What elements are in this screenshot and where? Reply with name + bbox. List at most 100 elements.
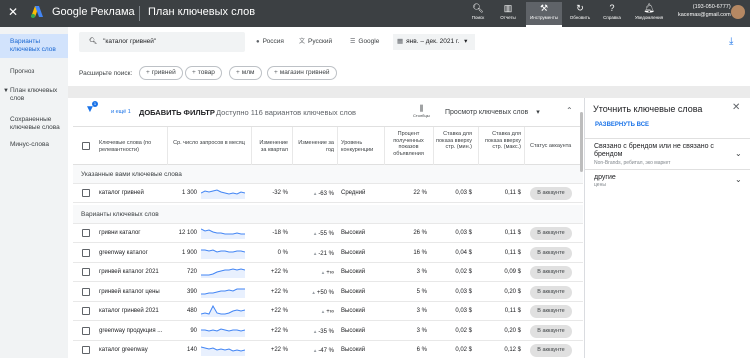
quarter-change-cell-value: +22 % bbox=[270, 308, 288, 314]
notifications-button[interactable]: 🔔︎ Уведомления bbox=[631, 2, 667, 25]
plus-icon: + bbox=[274, 69, 278, 76]
add-filter-button[interactable]: ДОБАВИТЬ ФИЛЬТР bbox=[139, 108, 215, 117]
view-selector-label: Просмотр ключевых слов bbox=[445, 109, 529, 116]
year-change-cell: ▲+50 % bbox=[294, 283, 334, 303]
close-icon[interactable]: ✕ bbox=[8, 5, 18, 19]
trend-arrow-icon: ▲ bbox=[312, 231, 318, 236]
collapse-chevron-icon[interactable]: ⌃ bbox=[566, 106, 573, 115]
table-row[interactable]: greenway продукция ... 90 +22 % ▲-35 % Высок… bbox=[73, 321, 583, 341]
table-scrollbar[interactable] bbox=[580, 112, 583, 172]
help-button[interactable]: ? Справка bbox=[597, 2, 627, 25]
close-icon[interactable]: ✕ bbox=[732, 102, 740, 113]
sidebar-item-label: Минус-слова bbox=[10, 141, 49, 148]
expand-pill[interactable]: + гривней bbox=[139, 66, 183, 80]
bid-low-cell-value: 0,03 $ bbox=[455, 308, 472, 314]
table-row[interactable]: гринвей каталог цены 390 +22 % ▲+50 % Высоки… bbox=[73, 282, 583, 303]
trend-sparkline bbox=[201, 228, 245, 239]
trend-sparkline bbox=[201, 288, 245, 298]
row-checkbox[interactable] bbox=[82, 346, 90, 354]
table-row[interactable]: greenway каталог 1 900 0 % ▲-21 % Высокий 16 … bbox=[73, 243, 583, 263]
expand-pill[interactable]: + млм bbox=[229, 66, 262, 80]
in-account-button[interactable]: В аккаунте bbox=[530, 246, 572, 260]
row-checkbox[interactable] bbox=[82, 326, 90, 335]
avg-searches-cell: 90 bbox=[171, 322, 197, 341]
date-range-selector[interactable]: ▦ янв. – дек. 2021 г. ▾ bbox=[393, 34, 475, 50]
tools-button[interactable]: ⚒ Инструменты bbox=[526, 2, 562, 27]
expand-pill[interactable]: + магазин гривней bbox=[267, 66, 337, 80]
competition-cell-value: Высокий bbox=[341, 269, 366, 275]
in-account-button[interactable]: В аккаунте bbox=[530, 324, 572, 338]
bid-high-cell-value: 0,11 $ bbox=[504, 190, 521, 196]
keyword-cell: greenway продукция ... bbox=[99, 322, 162, 341]
table-row[interactable]: каталог гривней 1 300 -32 % ▲-63 % Средний 22… bbox=[73, 184, 583, 203]
select-all-checkbox[interactable] bbox=[82, 142, 90, 150]
col-impression-share[interactable]: Процент полученных показов объявления bbox=[387, 131, 430, 157]
col-keyword[interactable]: Ключевые слова (по релевантности) bbox=[99, 140, 159, 153]
keyword-cell: greenway каталог bbox=[99, 244, 148, 263]
col-bid-low[interactable]: Ставка для показа вверху стр. (мин.) bbox=[436, 131, 472, 151]
in-account-button[interactable]: В аккаунте bbox=[530, 187, 572, 200]
reports-button[interactable]: ▥ Отчеты bbox=[493, 2, 523, 25]
refresh-button[interactable]: ↻ Обновить bbox=[565, 2, 595, 25]
refine-group-other[interactable]: другие цены ⌄ bbox=[585, 169, 750, 193]
row-checkbox[interactable] bbox=[82, 189, 90, 197]
row-checkbox[interactable] bbox=[82, 248, 90, 257]
col-competition[interactable]: Уровень конкуренции bbox=[341, 140, 381, 153]
row-checkbox[interactable] bbox=[82, 287, 90, 296]
row-checkbox[interactable] bbox=[82, 229, 90, 237]
row-checkbox[interactable] bbox=[82, 307, 90, 315]
download-icon[interactable]: ⤓ bbox=[729, 36, 733, 47]
table-row[interactable]: каталог greenway 140 +22 % ▲-47 % Высокий 6 %… bbox=[73, 341, 583, 358]
refine-group-brand[interactable]: Связано с брендом или не связано с бренд… bbox=[585, 138, 750, 169]
location-selector[interactable]: ● Россия bbox=[256, 36, 284, 48]
avatar[interactable] bbox=[731, 5, 745, 19]
sidebar-item-saved-keywords[interactable]: Сохраненные ключевые слова bbox=[0, 116, 68, 132]
expand-pill[interactable]: + товар bbox=[185, 66, 222, 80]
quarter-change-cell: -18 % bbox=[253, 224, 288, 243]
help-button-label: Справка bbox=[603, 15, 621, 20]
competition-cell: Высокий bbox=[341, 322, 365, 341]
columns-button[interactable]: ⫼ Столбцы bbox=[413, 104, 430, 118]
row-checkbox[interactable] bbox=[82, 268, 90, 276]
quarter-change-cell-value: +22 % bbox=[270, 347, 288, 353]
col-avg-searches[interactable]: Ср. число запросов в месяц bbox=[171, 140, 247, 147]
avg-searches-cell-value: 1 900 bbox=[181, 249, 197, 256]
sidebar-item-negative-keywords[interactable]: Минус-слова bbox=[0, 141, 68, 149]
top-bar: ✕ Google Реклама План ключевых слов 🔍︎ П… bbox=[0, 0, 750, 27]
table-row[interactable]: каталог гринвей 2021 480 +22 % ▲+∞ Высокий 3 … bbox=[73, 302, 583, 321]
search-button[interactable]: 🔍︎ Поиск bbox=[463, 2, 493, 25]
sidebar-item-keyword-ideas[interactable]: Варианты ключевых слов bbox=[0, 34, 68, 58]
quarter-change-cell-value: 0 % bbox=[277, 249, 288, 256]
in-account-button[interactable]: В аккаунте bbox=[530, 227, 572, 240]
more-filters-link[interactable]: и ещё 1 bbox=[111, 109, 131, 115]
impression-share-cell: 5 % bbox=[387, 283, 427, 302]
expand-all-button[interactable]: РАЗВЕРНУТЬ ВСЕ bbox=[595, 122, 649, 128]
bid-high-cell: 0,20 $ bbox=[482, 283, 521, 302]
columns-icon: ⫼ bbox=[419, 104, 424, 113]
table-row[interactable]: гринвей каталог 2021 720 +22 % ▲+∞ Высокий 3 … bbox=[73, 263, 583, 282]
sidebar-item-forecast[interactable]: Прогноз bbox=[0, 68, 68, 76]
search-icon: 🔍︎ bbox=[89, 38, 98, 45]
sidebar-item-keyword-plan[interactable]: ▼ План ключевых слов bbox=[0, 87, 68, 103]
sidebar-item-label: Сохраненные ключевые слова bbox=[10, 116, 60, 131]
bid-low-cell-value: 0,02 $ bbox=[455, 327, 472, 334]
account-info[interactable]: (193-050-6777) kacemas@gmail.com bbox=[678, 3, 731, 19]
col-quarter-change[interactable]: Изменение за квартал bbox=[253, 140, 288, 153]
keyword-search-input[interactable]: 🔍︎ "каталог гривней" bbox=[79, 32, 245, 52]
in-account-button[interactable]: В аккаунте bbox=[530, 344, 572, 357]
table-row[interactable]: гривни каталог 12 100 -18 % ▲-55 % Высокий 26… bbox=[73, 224, 583, 243]
col-bid-high[interactable]: Ставка для показа вверху стр. (макс.) bbox=[482, 131, 521, 151]
in-account-button[interactable]: В аккаунте bbox=[530, 266, 572, 279]
col-year-change[interactable]: Изменение за год bbox=[294, 140, 334, 153]
avg-searches-cell-value: 140 bbox=[186, 347, 197, 353]
competition-cell: Высокий bbox=[341, 224, 365, 243]
bid-low-cell-value: 0,03 $ bbox=[455, 288, 472, 295]
view-selector[interactable]: Просмотр ключевых слов ▾ bbox=[445, 108, 540, 116]
in-account-button[interactable]: В аккаунте bbox=[530, 305, 572, 318]
col-account-status[interactable]: Статус аккаунта bbox=[530, 143, 580, 150]
year-change-cell-value: +∞ bbox=[326, 309, 334, 315]
impression-share-cell-value: 22 % bbox=[413, 190, 427, 196]
language-selector[interactable]: 文 Русский bbox=[299, 36, 332, 48]
network-selector[interactable]: ☰ Google bbox=[350, 36, 379, 48]
in-account-button[interactable]: В аккаунте bbox=[530, 285, 572, 299]
